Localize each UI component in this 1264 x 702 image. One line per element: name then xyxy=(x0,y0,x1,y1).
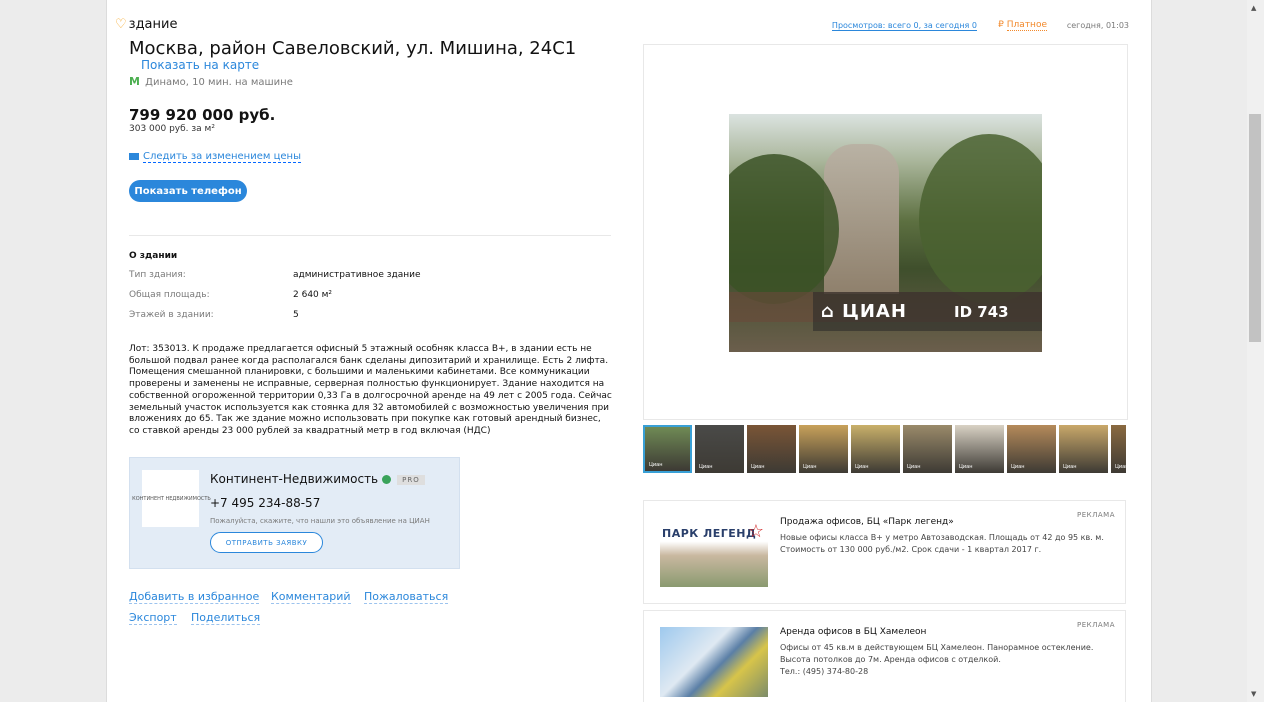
gallery-thumbnail[interactable]: Циан xyxy=(955,425,1004,473)
thumbnail-strip: Циан Циан Циан Циан Циан Циан Циан Циан Циан Циан xyxy=(643,425,1126,473)
send-request-button[interactable]: ОТПРАВИТЬ ЗАЯВКУ xyxy=(210,532,323,553)
metro-name: Динамо, xyxy=(145,77,189,88)
add-favorite-label: Добавить в избранное xyxy=(129,590,260,604)
ad-text: Новые офисы класса В+ у метро Автозаводс… xyxy=(780,533,1104,554)
watermark-brand-text: ЦИАН xyxy=(842,301,907,322)
star-icon: ☆ xyxy=(747,521,764,542)
thumbnail-watermark: Циан xyxy=(1115,464,1126,470)
thumbnail-watermark: Циан xyxy=(699,464,713,470)
agent-name[interactable]: Континент-Недвижимость xyxy=(210,472,378,486)
views-label: Просмотров: всего 0, за сегодня 0 xyxy=(831,21,977,31)
ad-label: РЕКЛАМА xyxy=(1077,621,1115,629)
thumbnail-watermark: Циан xyxy=(649,462,663,468)
thumbnail-watermark: Циан xyxy=(751,464,765,470)
track-price-link[interactable]: Следить за изменением цены xyxy=(129,151,301,163)
pro-badge: PRO xyxy=(397,474,425,485)
prop-value: административное здание xyxy=(293,270,421,280)
prop-label: Тип здания: xyxy=(129,270,186,280)
price-per-m2: 303 000 руб. за м² xyxy=(129,124,215,134)
thumbnail-watermark: Циан xyxy=(855,464,869,470)
thumbnail-watermark: Циан xyxy=(959,464,973,470)
gallery-thumbnail[interactable]: Циан xyxy=(695,425,744,473)
track-price-label: Следить за изменением цены xyxy=(143,151,301,163)
gallery-thumbnail[interactable]: Циан xyxy=(643,425,692,473)
logo-text: КОНТИНЕНТ НЕДВИЖИМОСТЬ xyxy=(132,495,211,502)
export-label: Экспорт xyxy=(129,611,177,625)
scroll-up-icon[interactable]: ▲ xyxy=(1251,4,1256,12)
agent-hint: Пожалуйста, скажите, что нашли это объяв… xyxy=(210,517,430,525)
show-map-link[interactable]: Показать на карте xyxy=(141,58,259,72)
comment-link[interactable]: Комментарий xyxy=(271,590,351,604)
paid-label: Платное xyxy=(1006,20,1047,31)
agent-logo[interactable]: КОНТИНЕНТ НЕДВИЖИМОСТЬ xyxy=(132,470,211,527)
listing-address: Москва, район Савеловский, ул. Мишина, 2… xyxy=(129,38,577,59)
photo-tree xyxy=(919,134,1042,304)
agent-name-row: Континент-Недвижимость PRO xyxy=(210,472,425,486)
price: 799 920 000 руб. xyxy=(129,106,276,124)
ad-title[interactable]: Аренда офисов в БЦ Хамелеон xyxy=(780,627,926,637)
thumbnail-watermark: Циан xyxy=(1011,464,1025,470)
watermark-id: ID 743 xyxy=(954,303,1009,321)
ad-text-body: Офисы от 45 кв.м в действующем БЦ Хамеле… xyxy=(780,643,1094,664)
metro-time: 10 мин. на машине xyxy=(192,77,293,88)
ad-image-text: ПАРК ЛЕГЕНД xyxy=(662,527,757,540)
gallery-thumbnail[interactable]: Циан xyxy=(799,425,848,473)
complain-label: Пожаловаться xyxy=(364,590,449,604)
prop-label: Этажей в здании: xyxy=(129,310,214,320)
ad-image[interactable]: ПАРК ЛЕГЕНД ☆ xyxy=(660,517,768,587)
scrollbar-thumb[interactable] xyxy=(1249,114,1261,342)
ad-card[interactable]: РЕКЛАМА Аренда офисов в БЦ Хамелеон Офис… xyxy=(643,610,1126,702)
metro-icon: М xyxy=(129,75,140,88)
main-photo[interactable]: ⌂ ЦИАН ID 743 xyxy=(729,114,1042,352)
prop-value: 2 640 м² xyxy=(293,290,333,300)
thumbnail-watermark: Циан xyxy=(907,464,921,470)
ad-card[interactable]: РЕКЛАМА ПАРК ЛЕГЕНД ☆ Продажа офисов, БЦ… xyxy=(643,500,1126,604)
divider xyxy=(129,235,611,236)
prop-value: 5 xyxy=(293,310,299,320)
watermark-brand: ⌂ ЦИАН xyxy=(821,301,907,322)
gallery-thumbnail[interactable]: Циан xyxy=(747,425,796,473)
gallery-thumbnail[interactable]: Циан xyxy=(1007,425,1056,473)
listing-type-label: здание xyxy=(128,17,178,32)
ad-text: Офисы от 45 кв.м в действующем БЦ Хамеле… xyxy=(780,642,1112,678)
gallery-thumbnail[interactable]: Циан xyxy=(851,425,900,473)
gallery-thumbnail[interactable]: Циан xyxy=(903,425,952,473)
agent-phone[interactable]: +7 495 234-88-57 xyxy=(210,496,320,510)
ad-image[interactable] xyxy=(660,627,768,697)
listing-type: ♡ здание xyxy=(115,17,177,32)
share-label: Поделиться xyxy=(191,611,261,625)
share-link[interactable]: Поделиться xyxy=(191,611,261,625)
photo-watermark: ⌂ ЦИАН ID 743 xyxy=(813,292,1042,331)
gallery-thumbnail[interactable]: Циан xyxy=(1059,425,1108,473)
thumbnail-watermark: Циан xyxy=(1063,464,1077,470)
listing-page: ♡ здание Москва, район Савеловский, ул. М… xyxy=(106,0,1152,702)
scroll-down-icon[interactable]: ▼ xyxy=(1251,690,1256,698)
envelope-icon xyxy=(129,152,139,160)
ad-title[interactable]: Продажа офисов, БЦ «Парк легенд» xyxy=(780,517,954,527)
paid-badge[interactable]: ₽ Платное xyxy=(998,20,1047,31)
export-link[interactable]: Экспорт xyxy=(129,611,177,625)
agent-card: КОНТИНЕНТ НЕДВИЖИМОСТЬ Континент-Недвижи… xyxy=(129,457,460,569)
verified-badge-icon xyxy=(382,475,392,484)
ruble-icon: ₽ xyxy=(998,20,1004,30)
add-favorite-link[interactable]: Добавить в избранное xyxy=(129,590,260,604)
comment-label: Комментарий xyxy=(271,590,351,604)
views-counter[interactable]: Просмотров: всего 0, за сегодня 0 xyxy=(831,21,977,31)
gallery-thumbnail[interactable]: Циан xyxy=(1111,425,1126,473)
description: Лот: 353013. К продаже предлагается офис… xyxy=(129,344,612,436)
photo-tree xyxy=(729,154,839,304)
complain-link[interactable]: Пожаловаться xyxy=(364,590,449,604)
show-phone-button[interactable]: Показать телефон xyxy=(129,180,247,202)
prop-label: Общая площадь: xyxy=(129,290,210,300)
heart-icon[interactable]: ♡ xyxy=(115,17,127,32)
thumbnail-watermark: Циан xyxy=(803,464,817,470)
about-title: О здании xyxy=(129,251,178,261)
publish-date: сегодня, 01:03 xyxy=(1066,21,1129,30)
ad-phone: Тел.: (495) 374-80-28 xyxy=(780,667,869,676)
scrollbar[interactable]: ▲ ▼ xyxy=(1247,0,1264,702)
ad-label: РЕКЛАМА xyxy=(1077,511,1115,519)
metro-info: М Динамо, 10 мин. на машине xyxy=(129,75,293,88)
